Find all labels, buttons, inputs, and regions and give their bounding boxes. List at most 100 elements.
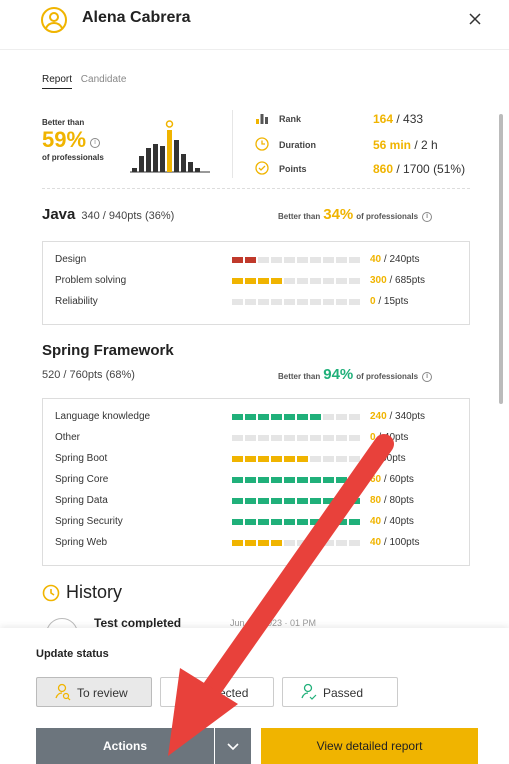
skill-label: Spring Core xyxy=(55,474,109,485)
spring-bt-percent: 94% xyxy=(323,366,354,383)
progress-segment xyxy=(310,257,321,263)
spring-skills-box: Language knowledge 240 / 340pts Other 0 / 4… xyxy=(42,398,470,566)
passed-button[interactable]: Passed xyxy=(282,677,398,707)
progress-segment xyxy=(271,435,282,441)
progress-segment xyxy=(349,278,360,284)
history-item-date: Jun 08, 2023 · 01 PM xyxy=(230,618,317,628)
skill-value: 240 / 340pts xyxy=(370,411,426,422)
progress-segment xyxy=(349,414,360,420)
actions-dropdown-button[interactable] xyxy=(215,728,251,764)
rank-value-group: 164 / 433 xyxy=(373,112,423,126)
candidate-name: Alena Cabrera xyxy=(82,9,191,26)
java-better-than: Better than 34% of professionals i xyxy=(278,206,433,223)
skill-row: Reliability 0 / 15pts xyxy=(55,296,465,310)
scroll-thumb[interactable] xyxy=(499,114,503,404)
progress-segment xyxy=(336,299,347,305)
progress-segment xyxy=(349,435,360,441)
java-section-title: Java 340 / 940pts (36%) xyxy=(42,206,174,223)
skill-value: 80 / 80pts xyxy=(370,495,414,506)
progress-segment xyxy=(232,278,243,284)
points-value-group: 860 / 1700 (51%) xyxy=(373,162,465,176)
footer-panel: Update status To review Rejected Passed … xyxy=(0,628,509,764)
view-detailed-report-button[interactable]: View detailed report xyxy=(261,728,478,764)
skill-label: Spring Boot xyxy=(55,453,108,464)
progress-segment xyxy=(336,540,347,546)
progress-segment xyxy=(310,278,321,284)
skill-row: Language knowledge 240 / 340pts xyxy=(55,411,465,425)
skill-row: Design 40 / 240pts xyxy=(55,254,465,268)
progress-segment xyxy=(297,299,308,305)
progress-segment xyxy=(349,498,360,504)
progress-segment xyxy=(323,519,334,525)
progress-segment xyxy=(271,519,282,525)
progress-segment xyxy=(284,498,295,504)
duration-value: 56 min xyxy=(373,138,412,152)
progress-segment xyxy=(284,278,295,284)
percentile-histogram xyxy=(130,120,210,173)
info-icon[interactable]: i xyxy=(90,137,101,148)
progress-segment xyxy=(232,414,243,420)
progress-segment xyxy=(232,456,243,462)
progress-segment xyxy=(245,498,256,504)
progress-segment xyxy=(310,299,321,305)
scrollbar[interactable] xyxy=(498,104,504,626)
progress-segment xyxy=(284,414,295,420)
progress-segment xyxy=(245,519,256,525)
spring-score: 520 / 760pts (68%) xyxy=(42,369,135,381)
skill-value: 40 / 100pts xyxy=(370,537,420,548)
divider xyxy=(42,188,470,189)
progress-segment xyxy=(271,540,282,546)
progress-segment xyxy=(258,257,269,263)
skill-label: Design xyxy=(55,254,87,265)
java-score: 340 / 940pts (36%) xyxy=(81,210,175,222)
progress-segment xyxy=(245,414,256,420)
skill-label: Other xyxy=(55,432,81,443)
skill-row: Spring Boot / 100pts xyxy=(55,453,465,467)
skill-progress-bar xyxy=(232,477,362,483)
progress-segment xyxy=(284,477,295,483)
user-reject-icon xyxy=(179,683,194,700)
close-icon[interactable] xyxy=(466,10,484,28)
progress-segment xyxy=(245,435,256,441)
progress-segment xyxy=(258,477,269,483)
skill-value: 300 / 685pts xyxy=(370,275,426,286)
duration-total: / 2 h xyxy=(411,138,438,152)
rejected-button[interactable]: Rejected xyxy=(160,677,274,707)
points-value: 860 xyxy=(373,162,394,176)
progress-segment xyxy=(271,498,282,504)
progress-segment xyxy=(258,414,269,420)
progress-segment xyxy=(349,456,360,462)
progress-segment xyxy=(323,477,334,483)
skill-progress-bar xyxy=(232,540,362,546)
progress-segment xyxy=(323,299,334,305)
java-bt-percent: 34% xyxy=(323,206,354,223)
bar-chart-icon xyxy=(256,114,268,124)
info-icon[interactable]: i xyxy=(422,211,433,222)
actions-button[interactable]: Actions xyxy=(36,728,214,764)
tab-bar: Report Candidate xyxy=(42,74,132,89)
points-total: / 1700 (51%) xyxy=(393,162,466,176)
java-bt-prefix: Better than xyxy=(278,212,321,221)
progress-segment xyxy=(336,435,347,441)
rank-total: / 433 xyxy=(393,112,424,126)
progress-segment xyxy=(232,477,243,483)
progress-segment xyxy=(323,540,334,546)
progress-segment xyxy=(232,257,243,263)
skill-label: Language knowledge xyxy=(55,411,151,422)
to-review-button[interactable]: To review xyxy=(36,677,152,707)
skill-row: Spring Web 40 / 100pts xyxy=(55,537,465,551)
progress-segment xyxy=(271,456,282,462)
tab-candidate[interactable]: Candidate xyxy=(81,74,127,88)
tab-report[interactable]: Report xyxy=(42,74,73,89)
chevron-down-icon xyxy=(227,743,239,751)
progress-segment xyxy=(323,278,334,284)
progress-segment xyxy=(245,257,256,263)
progress-segment xyxy=(245,540,256,546)
progress-segment xyxy=(258,435,269,441)
info-icon[interactable]: i xyxy=(422,371,433,382)
progress-segment xyxy=(336,257,347,263)
progress-segment xyxy=(232,519,243,525)
spring-better-than: Better than 94% of professionals i xyxy=(278,366,433,383)
points-label: Points xyxy=(279,164,307,174)
java-bt-suffix: of professionals xyxy=(356,212,419,221)
